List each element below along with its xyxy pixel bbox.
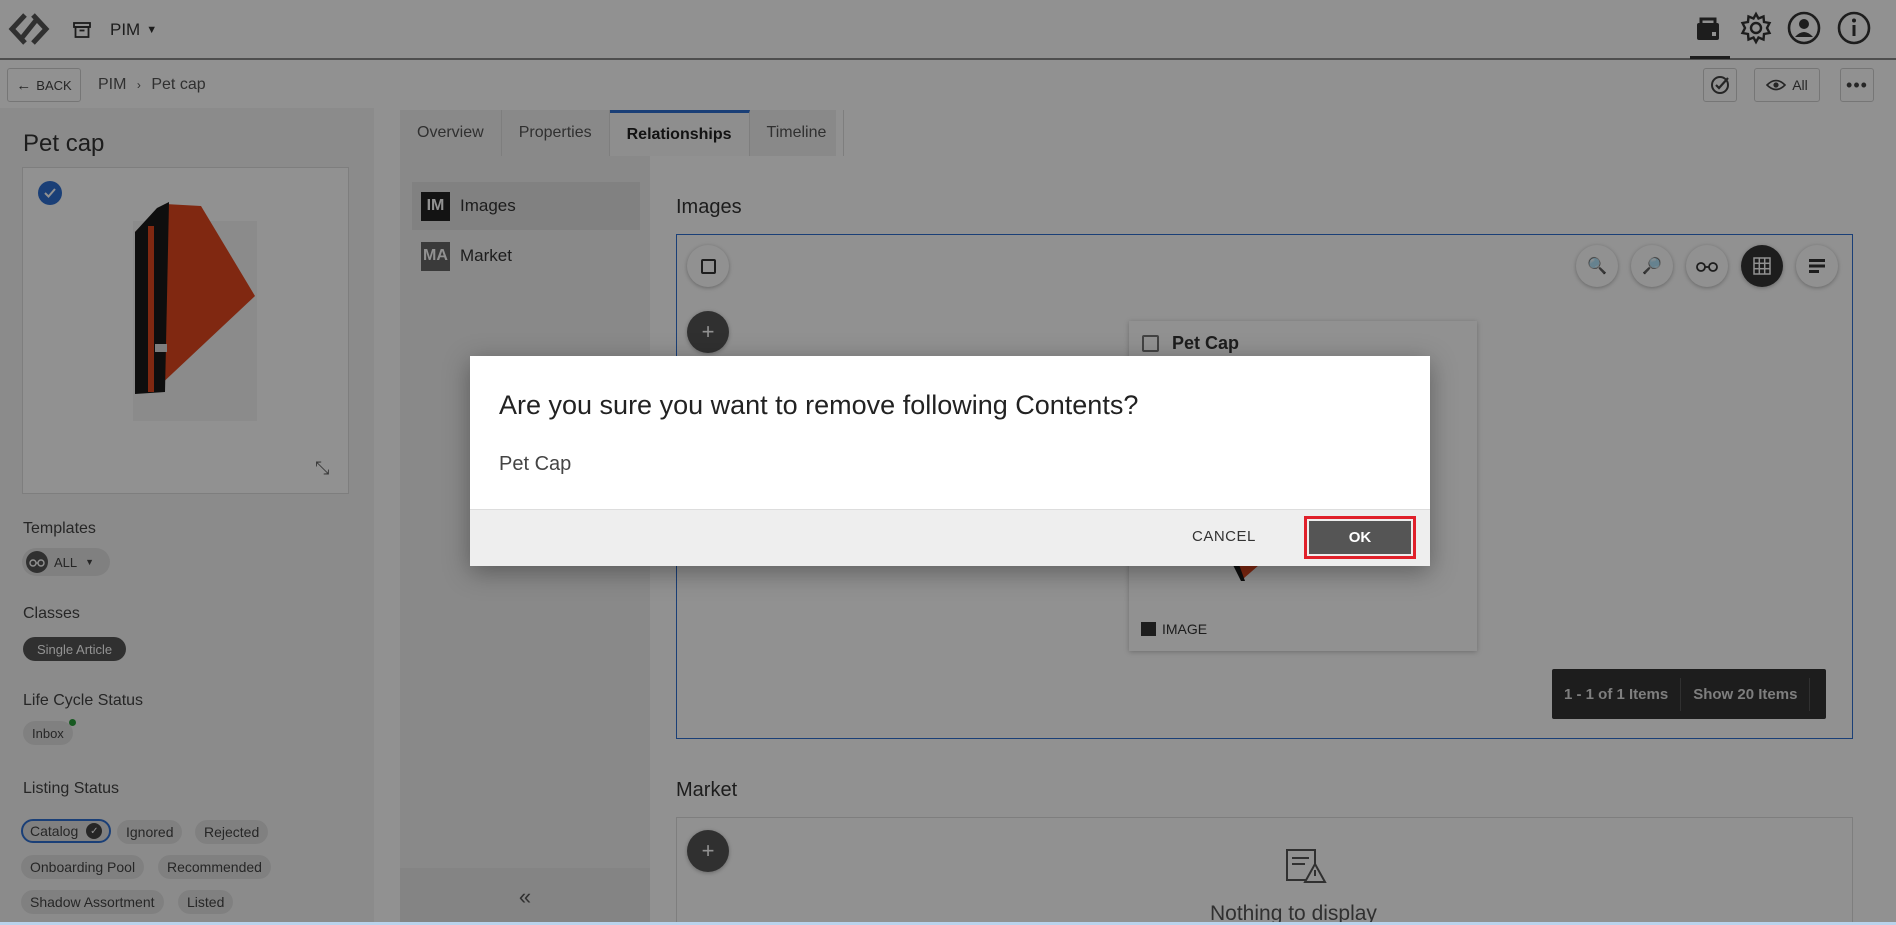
ok-button-inner: OK <box>1309 521 1411 554</box>
dialog-footer: CANCEL OK <box>470 509 1430 566</box>
confirm-remove-dialog: Are you sure you want to remove followin… <box>470 356 1430 566</box>
ok-button[interactable]: OK <box>1304 516 1416 559</box>
dialog-title: Are you sure you want to remove followin… <box>499 390 1139 420</box>
dialog-item: Pet Cap <box>499 453 572 475</box>
cancel-button[interactable]: CANCEL <box>1192 528 1256 545</box>
